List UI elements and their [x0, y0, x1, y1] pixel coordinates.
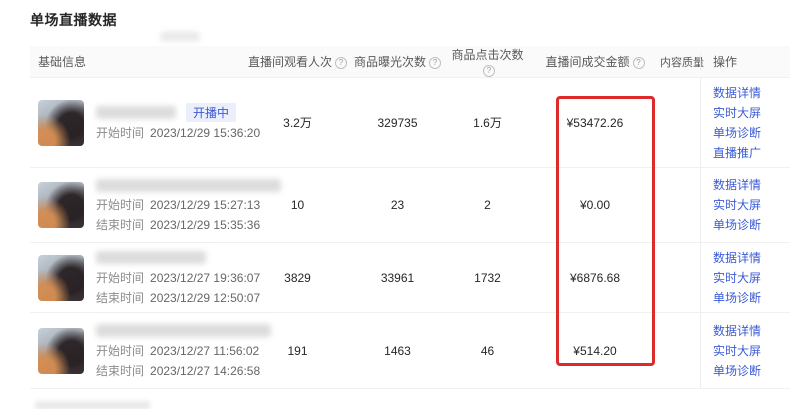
- views-value: 3.2万: [245, 78, 350, 167]
- start-time-value: 2023/12/29 15:36:20: [150, 126, 260, 140]
- avatar: [38, 182, 84, 228]
- redacted-smudge: [160, 32, 200, 41]
- start-time-label: 开始时间: [96, 344, 144, 358]
- avatar: [38, 100, 84, 146]
- clicks-value: 1.6万: [445, 78, 530, 167]
- bottom-cutoff-text: [35, 401, 150, 409]
- redacted-name: [96, 251, 206, 264]
- ops-cell: 数据详情 实时大屏 单场诊断 直播推广: [700, 78, 790, 167]
- start-time-line: 开始时间 2023/12/27 19:36:07: [96, 269, 260, 286]
- start-time-label: 开始时间: [96, 271, 144, 285]
- redacted-name: [96, 106, 176, 119]
- start-time-value: 2023/12/27 19:36:07: [150, 271, 260, 285]
- action-session-diagnosis[interactable]: 单场诊断: [713, 290, 790, 306]
- gmv-value: ¥514.20: [530, 313, 660, 388]
- session-basic-info: 开始时间2023/12/27 11:56:02 结束时间2023/12/27 1…: [30, 313, 245, 388]
- table-row: 开播中 开始时间2023/12/29 15:36:20 3.2万 329735 …: [30, 78, 790, 168]
- ops-cell: 数据详情 实时大屏 单场诊断: [700, 313, 790, 388]
- exposure-value: 33961: [350, 243, 445, 312]
- column-header-views: 直播间观看人次?: [245, 53, 350, 70]
- ops-cell: 数据详情 实时大屏 单场诊断: [700, 168, 790, 242]
- action-realtime-screen[interactable]: 实时大屏: [713, 105, 790, 121]
- table-row: 开始时间 2023/12/27 11:56:02 结束时间 2023/12/27 1…: [30, 313, 790, 389]
- column-header-basic: 基础信息: [30, 53, 245, 70]
- end-time-value: 2023/12/29 12:50:07: [150, 291, 260, 305]
- info-icon[interactable]: ?: [335, 57, 347, 69]
- gmv-value: ¥6876.68: [530, 243, 660, 312]
- avatar: [38, 328, 84, 374]
- action-session-diagnosis[interactable]: 单场诊断: [713, 363, 790, 379]
- session-basic-info: 开始时间2023/12/27 19:36:07 结束时间2023/12/29 1…: [30, 243, 245, 312]
- exposure-value: 329735: [350, 78, 445, 167]
- clicks-value: 46: [445, 313, 530, 388]
- exposure-value: 23: [350, 168, 445, 242]
- action-realtime-screen[interactable]: 实时大屏: [713, 270, 790, 286]
- live-sessions-table: 基础信息 直播间观看人次? 商品曝光次数? 商品点击次数? 直播间成交金额? 内…: [30, 46, 790, 389]
- clicks-value: 1732: [445, 243, 530, 312]
- gmv-value: ¥0.00: [530, 168, 660, 242]
- avatar: [38, 255, 84, 301]
- table-header-row: 基础信息 直播间观看人次? 商品曝光次数? 商品点击次数? 直播间成交金额? 内…: [30, 46, 790, 78]
- column-header-quality: 内容质量: [660, 54, 700, 70]
- session-basic-info: 开播中 开始时间2023/12/29 15:36:20: [30, 78, 245, 167]
- clicks-value: 2: [445, 168, 530, 242]
- action-realtime-screen[interactable]: 实时大屏: [713, 197, 790, 213]
- views-value: 3829: [245, 243, 350, 312]
- redacted-name: [96, 324, 271, 337]
- redacted-name: [96, 179, 281, 192]
- table-row: 开始时间 2023/12/27 19:36:07 结束时间 2023/12/29 1…: [30, 243, 790, 313]
- start-time-line: 开始时间 2023/12/29 15:36:20: [96, 124, 260, 141]
- column-header-clicks: 商品点击次数?: [445, 46, 530, 77]
- session-basic-info: 开始时间2023/12/29 15:27:13 结束时间2023/12/29 1…: [30, 168, 245, 242]
- page-title: 单场直播数据: [30, 10, 117, 30]
- column-header-ops: 操作: [700, 53, 790, 70]
- table-row: 开始时间 2023/12/29 15:27:13 结束时间 2023/12/29 1…: [30, 168, 790, 243]
- column-header-gmv: 直播间成交金额?: [530, 53, 660, 70]
- column-header-exposure: 商品曝光次数?: [350, 53, 445, 70]
- quality-cell: [660, 78, 700, 167]
- action-data-detail[interactable]: 数据详情: [713, 85, 790, 101]
- quality-cell: [660, 313, 700, 388]
- start-time-value: 2023/12/27 11:56:02: [150, 344, 259, 358]
- end-time-line: 结束时间 2023/12/29 12:50:07: [96, 289, 260, 306]
- quality-cell: [660, 168, 700, 242]
- action-data-detail[interactable]: 数据详情: [713, 177, 790, 193]
- start-time-label: 开始时间: [96, 198, 144, 212]
- action-live-promotion[interactable]: 直播推广: [713, 145, 790, 161]
- action-data-detail[interactable]: 数据详情: [713, 323, 790, 339]
- gmv-value: ¥53472.26: [530, 78, 660, 167]
- live-data-page: 单场直播数据 基础信息 直播间观看人次? 商品曝光次数? 商品点击次数? 直播间…: [0, 0, 799, 409]
- start-time-label: 开始时间: [96, 126, 144, 140]
- column-header-views-label: 直播间观看人次: [248, 55, 332, 69]
- action-session-diagnosis[interactable]: 单场诊断: [713, 125, 790, 141]
- column-header-exposure-label: 商品曝光次数: [354, 55, 426, 69]
- ops-cell: 数据详情 实时大屏 单场诊断: [700, 243, 790, 312]
- end-time-value: 2023/12/27 14:26:58: [150, 364, 260, 378]
- action-data-detail[interactable]: 数据详情: [713, 250, 790, 266]
- info-icon[interactable]: ?: [429, 57, 441, 69]
- end-time-label: 结束时间: [96, 218, 144, 232]
- start-time-value: 2023/12/29 15:27:13: [150, 198, 260, 212]
- quality-cell: [660, 243, 700, 312]
- end-time-label: 结束时间: [96, 291, 144, 305]
- end-time-value: 2023/12/29 15:35:36: [150, 218, 260, 232]
- action-session-diagnosis[interactable]: 单场诊断: [713, 217, 790, 233]
- action-realtime-screen[interactable]: 实时大屏: [713, 343, 790, 359]
- end-time-label: 结束时间: [96, 364, 144, 378]
- column-header-gmv-label: 直播间成交金额: [545, 55, 629, 69]
- status-badge: 开播中: [186, 103, 236, 122]
- info-icon[interactable]: ?: [633, 57, 645, 69]
- info-icon[interactable]: ?: [483, 65, 495, 77]
- exposure-value: 1463: [350, 313, 445, 388]
- column-header-clicks-label: 商品点击次数: [451, 48, 523, 62]
